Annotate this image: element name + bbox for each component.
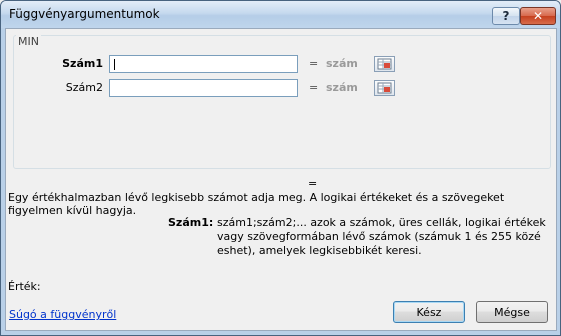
value-label: Érték: [8, 280, 41, 293]
arg1-result: szám [326, 57, 358, 70]
text-caret [114, 59, 115, 70]
arg1-label: Szám1 [62, 57, 103, 70]
formula-result-equals: = [308, 177, 318, 190]
collapse-dialog-icon [377, 82, 392, 94]
arg2-equals: = [309, 81, 319, 94]
cancel-button[interactable]: Mégse [476, 301, 548, 323]
close-icon: ✕ [532, 9, 544, 23]
arg2-input[interactable] [109, 79, 395, 97]
question-icon: ? [502, 9, 510, 23]
title-bar[interactable]: Függvényargumentumok ? ✕ [1, 1, 560, 28]
collapse-dialog-icon [377, 58, 392, 70]
arg1-input[interactable] [109, 55, 395, 73]
help-button[interactable]: ? [492, 7, 520, 25]
arg-help-name: Szám1: [168, 216, 214, 229]
function-name: MIN [16, 35, 41, 48]
ok-button[interactable]: Kész [393, 301, 465, 323]
arg2-collapse-button[interactable] [374, 80, 395, 96]
function-arguments-dialog: Függvényargumentumok ? ✕ MIN Szám1 = szá… [0, 0, 561, 336]
dialog-body: MIN Szám1 = szám Szám2 = szám = Egy érté… [5, 28, 557, 331]
function-description: Egy értékhalmazban lévő legkisebb számot… [8, 191, 505, 217]
arg2-label: Szám2 [65, 81, 103, 94]
arg1-collapse-button[interactable] [374, 56, 395, 72]
arg2-result: szám [326, 81, 358, 94]
function-group: MIN Szám1 = szám Szám2 = szám [13, 35, 551, 169]
arg1-equals: = [309, 57, 319, 70]
function-help-link[interactable]: Súgó a függvényről [9, 308, 116, 321]
arg-help-text: szám1;szám2;... azok a számok, üres cell… [217, 216, 546, 257]
window-title: Függvényargumentumok [9, 7, 160, 21]
close-button[interactable]: ✕ [520, 7, 556, 25]
